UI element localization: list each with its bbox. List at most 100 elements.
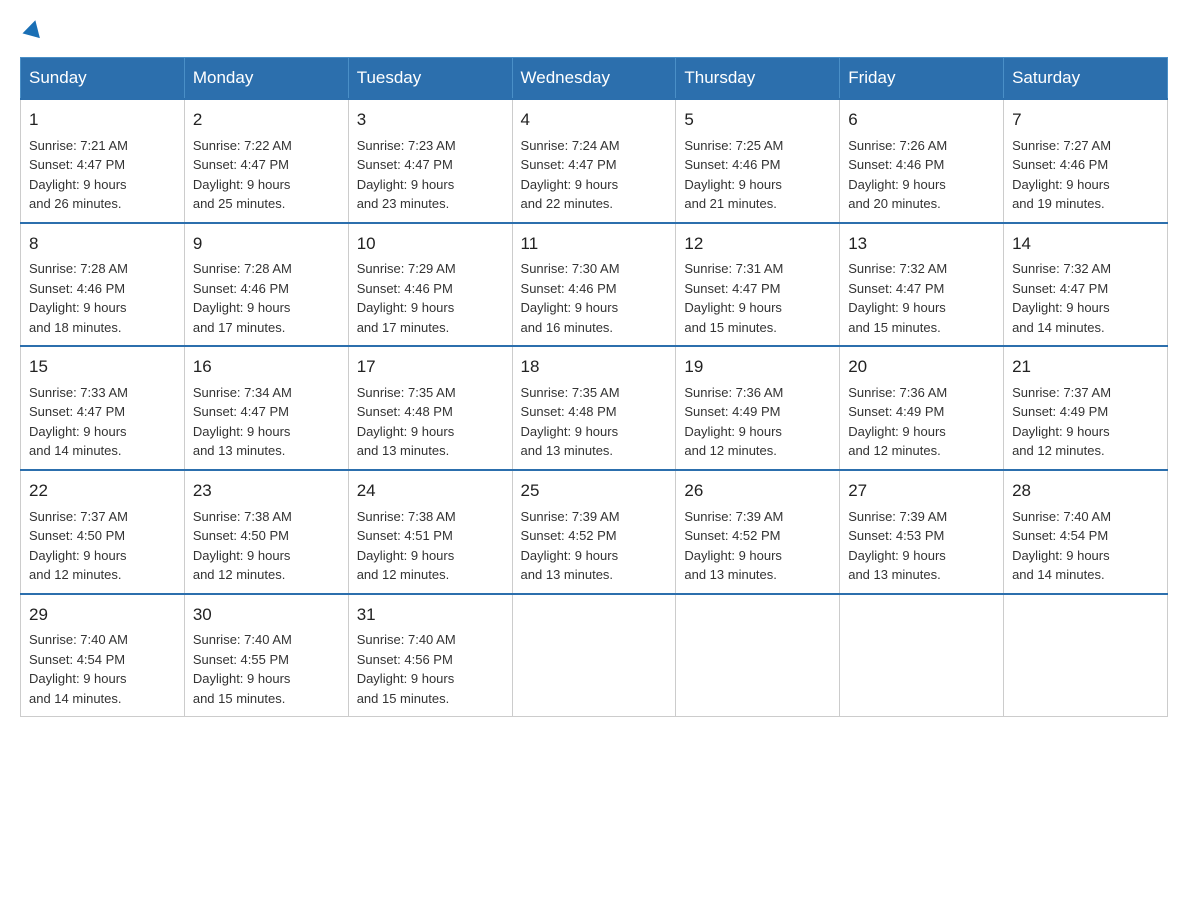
- day-info: Sunrise: 7:32 AMSunset: 4:47 PMDaylight:…: [848, 259, 995, 337]
- day-number: 20: [848, 355, 995, 380]
- day-info: Sunrise: 7:27 AMSunset: 4:46 PMDaylight:…: [1012, 136, 1159, 214]
- day-info: Sunrise: 7:40 AMSunset: 4:55 PMDaylight:…: [193, 630, 340, 708]
- day-number: 6: [848, 108, 995, 133]
- day-number: 4: [521, 108, 668, 133]
- day-number: 29: [29, 603, 176, 628]
- calendar-cell: 9Sunrise: 7:28 AMSunset: 4:46 PMDaylight…: [184, 223, 348, 347]
- day-number: 27: [848, 479, 995, 504]
- day-info: Sunrise: 7:28 AMSunset: 4:46 PMDaylight:…: [29, 259, 176, 337]
- calendar-cell: 7 Sunrise: 7:27 AMSunset: 4:46 PMDaylight…: [1004, 99, 1168, 223]
- calendar-cell: 29Sunrise: 7:40 AMSunset: 4:54 PMDayligh…: [21, 594, 185, 717]
- week-row-3: 15 Sunrise: 7:33 AMSunset: 4:47 PMDayligh…: [21, 346, 1168, 470]
- calendar-cell: 19 Sunrise: 7:36 AMSunset: 4:49 PMDayligh…: [676, 346, 840, 470]
- calendar-cell: 30Sunrise: 7:40 AMSunset: 4:55 PMDayligh…: [184, 594, 348, 717]
- calendar-cell: 1 Sunrise: 7:21 AMSunset: 4:47 PMDaylight…: [21, 99, 185, 223]
- day-number: 23: [193, 479, 340, 504]
- week-row-1: 1 Sunrise: 7:21 AMSunset: 4:47 PMDaylight…: [21, 99, 1168, 223]
- calendar-cell: 28 Sunrise: 7:40 AMSunset: 4:54 PMDayligh…: [1004, 470, 1168, 594]
- calendar-cell: 31Sunrise: 7:40 AMSunset: 4:56 PMDayligh…: [348, 594, 512, 717]
- week-row-5: 29Sunrise: 7:40 AMSunset: 4:54 PMDayligh…: [21, 594, 1168, 717]
- calendar-cell: 8Sunrise: 7:28 AMSunset: 4:46 PMDaylight…: [21, 223, 185, 347]
- day-number: 21: [1012, 355, 1159, 380]
- calendar-cell: 18Sunrise: 7:35 AMSunset: 4:48 PMDayligh…: [512, 346, 676, 470]
- day-info: Sunrise: 7:36 AMSunset: 4:49 PMDaylight:…: [684, 383, 831, 461]
- day-info: Sunrise: 7:22 AMSunset: 4:47 PMDaylight:…: [193, 136, 340, 214]
- day-number: 15: [29, 355, 176, 380]
- day-number: 16: [193, 355, 340, 380]
- day-number: 3: [357, 108, 504, 133]
- calendar-cell: 6 Sunrise: 7:26 AMSunset: 4:46 PMDaylight…: [840, 99, 1004, 223]
- day-number: 2: [193, 108, 340, 133]
- calendar-cell: 15 Sunrise: 7:33 AMSunset: 4:47 PMDayligh…: [21, 346, 185, 470]
- calendar-cell: 16 Sunrise: 7:34 AMSunset: 4:47 PMDayligh…: [184, 346, 348, 470]
- day-number: 8: [29, 232, 176, 257]
- day-info: Sunrise: 7:30 AMSunset: 4:46 PMDaylight:…: [521, 259, 668, 337]
- logo: [20, 20, 44, 47]
- calendar-cell: 27 Sunrise: 7:39 AMSunset: 4:53 PMDayligh…: [840, 470, 1004, 594]
- day-info: Sunrise: 7:37 AMSunset: 4:49 PMDaylight:…: [1012, 383, 1159, 461]
- day-info: Sunrise: 7:38 AMSunset: 4:50 PMDaylight:…: [193, 507, 340, 585]
- day-number: 26: [684, 479, 831, 504]
- header-sunday: Sunday: [21, 58, 185, 100]
- day-info: Sunrise: 7:24 AMSunset: 4:47 PMDaylight:…: [521, 136, 668, 214]
- day-info: Sunrise: 7:40 AMSunset: 4:54 PMDaylight:…: [1012, 507, 1159, 585]
- calendar-cell: 17 Sunrise: 7:35 AMSunset: 4:48 PMDayligh…: [348, 346, 512, 470]
- header-thursday: Thursday: [676, 58, 840, 100]
- page-header: [20, 20, 1168, 47]
- calendar-cell: 14Sunrise: 7:32 AMSunset: 4:47 PMDayligh…: [1004, 223, 1168, 347]
- day-info: Sunrise: 7:29 AMSunset: 4:46 PMDaylight:…: [357, 259, 504, 337]
- header-friday: Friday: [840, 58, 1004, 100]
- day-info: Sunrise: 7:31 AMSunset: 4:47 PMDaylight:…: [684, 259, 831, 337]
- day-number: 9: [193, 232, 340, 257]
- day-number: 14: [1012, 232, 1159, 257]
- calendar-cell: 4 Sunrise: 7:24 AMSunset: 4:47 PMDaylight…: [512, 99, 676, 223]
- day-info: Sunrise: 7:37 AMSunset: 4:50 PMDaylight:…: [29, 507, 176, 585]
- calendar-cell: [840, 594, 1004, 717]
- day-info: Sunrise: 7:40 AMSunset: 4:54 PMDaylight:…: [29, 630, 176, 708]
- day-info: Sunrise: 7:40 AMSunset: 4:56 PMDaylight:…: [357, 630, 504, 708]
- calendar-cell: 24 Sunrise: 7:38 AMSunset: 4:51 PMDayligh…: [348, 470, 512, 594]
- calendar-cell: 13Sunrise: 7:32 AMSunset: 4:47 PMDayligh…: [840, 223, 1004, 347]
- day-info: Sunrise: 7:21 AMSunset: 4:47 PMDaylight:…: [29, 136, 176, 214]
- header-tuesday: Tuesday: [348, 58, 512, 100]
- week-row-2: 8Sunrise: 7:28 AMSunset: 4:46 PMDaylight…: [21, 223, 1168, 347]
- calendar-cell: 2 Sunrise: 7:22 AMSunset: 4:47 PMDaylight…: [184, 99, 348, 223]
- day-info: Sunrise: 7:35 AMSunset: 4:48 PMDaylight:…: [357, 383, 504, 461]
- day-number: 24: [357, 479, 504, 504]
- calendar-cell: 10Sunrise: 7:29 AMSunset: 4:46 PMDayligh…: [348, 223, 512, 347]
- calendar-cell: 12Sunrise: 7:31 AMSunset: 4:47 PMDayligh…: [676, 223, 840, 347]
- day-info: Sunrise: 7:34 AMSunset: 4:47 PMDaylight:…: [193, 383, 340, 461]
- week-row-4: 22 Sunrise: 7:37 AMSunset: 4:50 PMDayligh…: [21, 470, 1168, 594]
- day-info: Sunrise: 7:38 AMSunset: 4:51 PMDaylight:…: [357, 507, 504, 585]
- header-row: SundayMondayTuesdayWednesdayThursdayFrid…: [21, 58, 1168, 100]
- day-info: Sunrise: 7:28 AMSunset: 4:46 PMDaylight:…: [193, 259, 340, 337]
- calendar-cell: 26 Sunrise: 7:39 AMSunset: 4:52 PMDayligh…: [676, 470, 840, 594]
- day-number: 22: [29, 479, 176, 504]
- calendar-cell: [512, 594, 676, 717]
- day-number: 1: [29, 108, 176, 133]
- day-info: Sunrise: 7:39 AMSunset: 4:53 PMDaylight:…: [848, 507, 995, 585]
- header-monday: Monday: [184, 58, 348, 100]
- day-number: 17: [357, 355, 504, 380]
- calendar-cell: 22 Sunrise: 7:37 AMSunset: 4:50 PMDayligh…: [21, 470, 185, 594]
- day-info: Sunrise: 7:39 AMSunset: 4:52 PMDaylight:…: [684, 507, 831, 585]
- day-info: Sunrise: 7:32 AMSunset: 4:47 PMDaylight:…: [1012, 259, 1159, 337]
- day-info: Sunrise: 7:33 AMSunset: 4:47 PMDaylight:…: [29, 383, 176, 461]
- calendar-table: SundayMondayTuesdayWednesdayThursdayFrid…: [20, 57, 1168, 717]
- calendar-cell: [676, 594, 840, 717]
- day-info: Sunrise: 7:35 AMSunset: 4:48 PMDaylight:…: [521, 383, 668, 461]
- day-number: 7: [1012, 108, 1159, 133]
- logo-arrow-icon: [22, 18, 44, 40]
- day-number: 10: [357, 232, 504, 257]
- day-number: 11: [521, 232, 668, 257]
- day-number: 5: [684, 108, 831, 133]
- calendar-cell: 11Sunrise: 7:30 AMSunset: 4:46 PMDayligh…: [512, 223, 676, 347]
- calendar-cell: 3Sunrise: 7:23 AMSunset: 4:47 PMDaylight…: [348, 99, 512, 223]
- day-number: 19: [684, 355, 831, 380]
- day-info: Sunrise: 7:25 AMSunset: 4:46 PMDaylight:…: [684, 136, 831, 214]
- day-number: 25: [521, 479, 668, 504]
- day-info: Sunrise: 7:26 AMSunset: 4:46 PMDaylight:…: [848, 136, 995, 214]
- calendar-cell: 5 Sunrise: 7:25 AMSunset: 4:46 PMDaylight…: [676, 99, 840, 223]
- day-number: 28: [1012, 479, 1159, 504]
- day-number: 13: [848, 232, 995, 257]
